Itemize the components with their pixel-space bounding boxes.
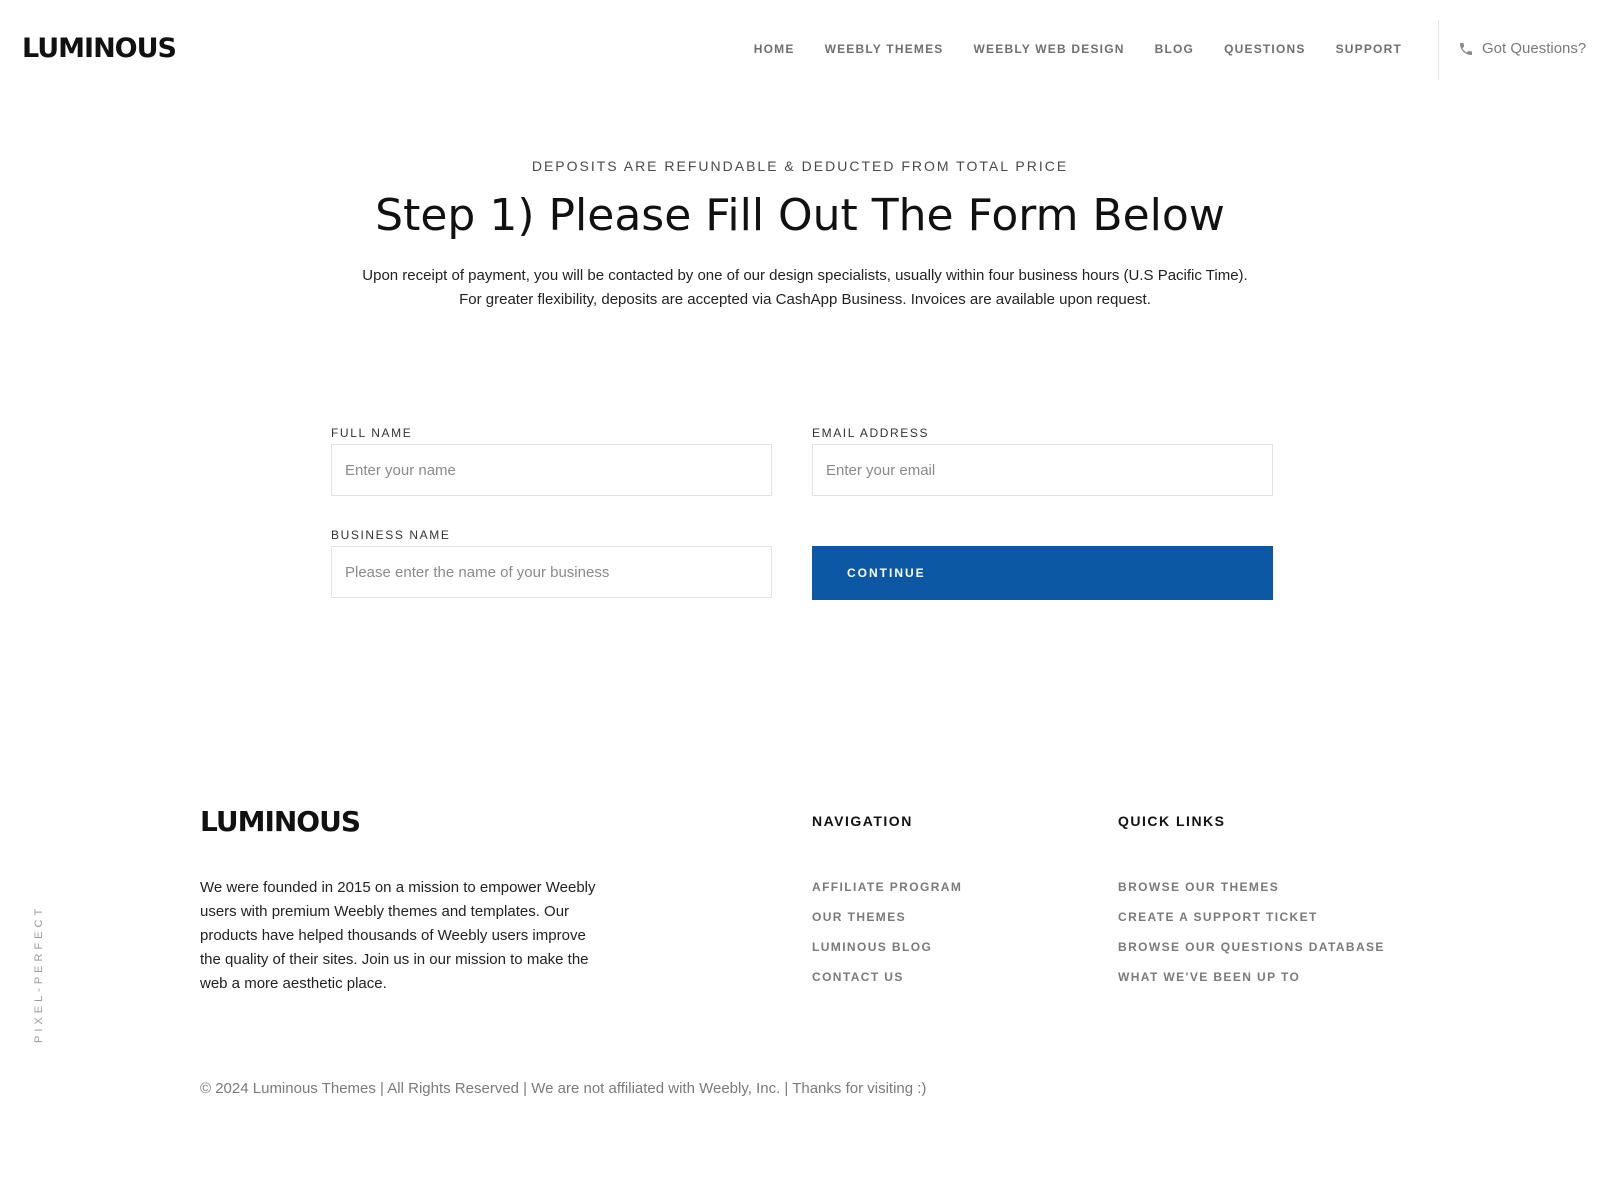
footer-logo[interactable]: LUMINOUS bbox=[200, 806, 361, 838]
footer-about-text: We were founded in 2015 on a mission to … bbox=[200, 879, 596, 992]
page-title: Step 1) Please Fill Out The Form Below bbox=[375, 190, 1225, 241]
footer-link-luminous-blog[interactable]: LUMINOUS BLOG bbox=[812, 940, 932, 954]
nav-weebly-web-design[interactable]: WEEBLY WEB DESIGN bbox=[974, 41, 1125, 57]
footer-link-our-themes[interactable]: OUR THEMES bbox=[812, 910, 906, 924]
full-name-label: FULL NAME bbox=[331, 426, 413, 440]
got-questions-label: Got Questions? bbox=[1482, 40, 1587, 57]
footer-link-browse-themes[interactable]: BROWSE OUR THEMES bbox=[1118, 880, 1279, 894]
nav-divider bbox=[1438, 20, 1439, 80]
copyright-text: © 2024 Luminous Themes | All Rights Rese… bbox=[200, 1080, 927, 1097]
list-item: BROWSE OUR THEMES bbox=[1118, 878, 1385, 908]
footer-link-contact-us[interactable]: CONTACT US bbox=[812, 970, 904, 984]
list-item: AFFILIATE PROGRAM bbox=[812, 878, 962, 908]
full-name-field[interactable] bbox=[331, 444, 772, 496]
footer-quick-links-list: BROWSE OUR THEMES CREATE A SUPPORT TICKE… bbox=[1118, 878, 1385, 998]
business-name-field[interactable] bbox=[331, 546, 772, 598]
nav-blog[interactable]: BLOG bbox=[1155, 41, 1194, 57]
intro-text: Upon receipt of payment, you will be con… bbox=[362, 267, 1248, 308]
phone-icon bbox=[1460, 43, 1472, 55]
list-item: CONTACT US bbox=[812, 968, 962, 998]
deposit-eyebrow: DEPOSITS ARE REFUNDABLE & DEDUCTED FROM … bbox=[531, 158, 1069, 174]
footer-navigation-heading: NAVIGATION bbox=[812, 813, 913, 829]
nav-weebly-themes[interactable]: WEEBLY THEMES bbox=[825, 41, 944, 57]
business-name-label: BUSINESS NAME bbox=[331, 528, 451, 542]
got-questions-link[interactable]: Got Questions? bbox=[1458, 40, 1586, 58]
site-header: LUMINOUS HOME WEEBLY THEMES WEEBLY WEB D… bbox=[0, 0, 1600, 100]
email-label: EMAIL ADDRESS bbox=[812, 426, 930, 440]
site-logo[interactable]: LUMINOUS bbox=[22, 33, 177, 65]
footer-link-support-ticket[interactable]: CREATE A SUPPORT TICKET bbox=[1118, 910, 1318, 924]
footer-navigation-list: AFFILIATE PROGRAM OUR THEMES LUMINOUS BL… bbox=[812, 878, 962, 998]
continue-button[interactable]: CONTINUE bbox=[812, 546, 1273, 600]
main-nav: HOME WEEBLY THEMES WEEBLY WEB DESIGN BLO… bbox=[754, 41, 1402, 57]
list-item: WHAT WE'VE BEEN UP TO bbox=[1118, 968, 1385, 998]
footer-link-affiliate-program[interactable]: AFFILIATE PROGRAM bbox=[812, 880, 962, 894]
nav-home[interactable]: HOME bbox=[754, 41, 795, 57]
footer-link-what-weve-been-up-to[interactable]: WHAT WE'VE BEEN UP TO bbox=[1118, 970, 1300, 984]
vertical-tagline: PIXEL-PERFECT bbox=[33, 904, 45, 1043]
list-item: OUR THEMES bbox=[812, 908, 962, 938]
footer-link-questions-database[interactable]: BROWSE OUR QUESTIONS DATABASE bbox=[1118, 940, 1385, 954]
list-item: BROWSE OUR QUESTIONS DATABASE bbox=[1118, 938, 1385, 968]
list-item: LUMINOUS BLOG bbox=[812, 938, 962, 968]
nav-support[interactable]: SUPPORT bbox=[1336, 41, 1402, 57]
list-item: CREATE A SUPPORT TICKET bbox=[1118, 908, 1385, 938]
footer-quick-links-heading: QUICK LINKS bbox=[1118, 813, 1226, 829]
email-field[interactable] bbox=[812, 444, 1273, 496]
nav-questions[interactable]: QUESTIONS bbox=[1224, 41, 1305, 57]
